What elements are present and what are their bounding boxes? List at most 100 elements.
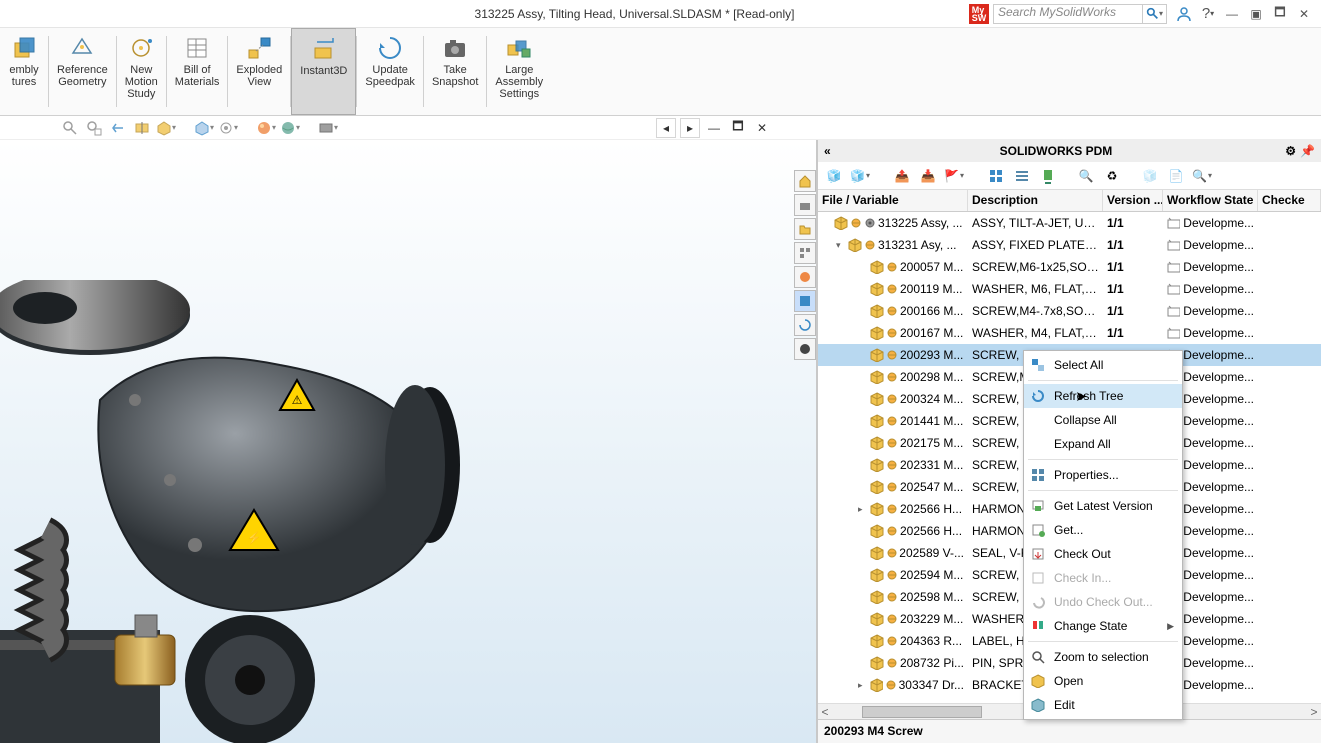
min-viewport-icon[interactable]: — [704, 118, 724, 138]
tab-refresh-icon[interactable] [794, 314, 816, 336]
table-row[interactable]: 200119 M... WASHER, M6, FLAT, SS 1/1 Dev… [818, 278, 1321, 300]
label: Geometry [58, 76, 106, 88]
col-ver[interactable]: Version ... [1103, 190, 1163, 211]
model-viewport[interactable]: ⚠ ⚡ [0, 140, 816, 743]
scene-icon[interactable] [280, 118, 300, 138]
rib-new-motion-study[interactable]: New Motion Study [117, 28, 166, 115]
search-pdm-icon[interactable]: 🔍 [1076, 166, 1096, 186]
menu-item-get-latest-version[interactable]: Get Latest Version [1024, 494, 1182, 518]
label: Motion [125, 76, 158, 88]
label: embly [9, 64, 38, 76]
pdm-toolbar: 🧊 🧊 📤 📥 🚩 🔍 ♻ 🧊 📄 🔍 [818, 162, 1321, 190]
assembly-icon[interactable]: 🧊 [1140, 166, 1160, 186]
flags-icon[interactable]: 🚩 [944, 166, 964, 186]
reference-geometry-icon [68, 34, 96, 62]
view-orientation-icon[interactable] [156, 118, 176, 138]
col-wf[interactable]: Workflow State [1163, 190, 1258, 211]
filter-icon[interactable]: 🧊 [850, 166, 870, 186]
rib-reference-geometry[interactable]: Reference Geometry [49, 28, 116, 115]
get-icon [1030, 522, 1046, 538]
rib-take-snapshot[interactable]: Take Snapshot [424, 28, 486, 115]
speedpak-icon [376, 34, 404, 62]
pdm-title: SOLIDWORKS PDM [831, 144, 1282, 158]
doc-icon[interactable]: 📄 [1166, 166, 1186, 186]
prev-tab-icon[interactable]: ◂ [656, 118, 676, 138]
max-viewport-icon[interactable]: 🗖 [728, 118, 748, 138]
col-file[interactable]: File / Variable [818, 190, 968, 211]
refresh-pdm-icon[interactable]: ♻ [1102, 166, 1122, 186]
hide-show-icon[interactable] [218, 118, 238, 138]
list-icon[interactable] [1012, 166, 1032, 186]
menu-item-properties-[interactable]: Properties... [1024, 463, 1182, 487]
tree-display-icon[interactable]: 🧊 [824, 166, 844, 186]
tab-view-palette-icon[interactable] [794, 242, 816, 264]
table-row[interactable]: 200167 M... WASHER, M4, FLAT, SS 1/1 Dev… [818, 322, 1321, 344]
label: Settings [499, 88, 539, 100]
minimize-icon[interactable]: — [1221, 4, 1243, 24]
large-assembly-icon [505, 34, 533, 62]
tab-home-icon[interactable] [794, 170, 816, 192]
snapshot-icon [441, 34, 469, 62]
rib-update-speedpak[interactable]: Update Speedpak [357, 28, 423, 115]
menu-item-edit[interactable]: Edit [1024, 693, 1182, 717]
tab-forum-icon[interactable] [794, 338, 816, 360]
section-view-icon[interactable] [132, 118, 152, 138]
menu-item-zoom-to-selection[interactable]: Zoom to selection [1024, 645, 1182, 669]
search-button[interactable]: ▾ [1143, 4, 1167, 24]
user-icon[interactable] [1173, 4, 1195, 24]
menu-item-select-all[interactable]: Select All [1024, 353, 1182, 377]
gear-icon[interactable]: ⚙ [1285, 144, 1296, 158]
prev-view-icon[interactable] [108, 118, 128, 138]
menu-item-expand-all[interactable]: Expand All [1024, 432, 1182, 456]
search-input[interactable]: Search MySolidWorks [993, 4, 1143, 24]
card-icon[interactable] [986, 166, 1006, 186]
bom-icon [183, 34, 211, 62]
menu-item-check-out[interactable]: Check Out [1024, 542, 1182, 566]
menu-item-refresh-tree[interactable]: Refresh Tree [1024, 384, 1182, 408]
label: Study [127, 88, 155, 100]
table-row[interactable]: ▾ 313231 Asy, ... ASSY, FIXED PLATE, TI.… [818, 234, 1321, 256]
pdm-statusbar: 200293 M4 Screw [818, 719, 1321, 743]
pdm-title-bar: « SOLIDWORKS PDM ⚙ 📌 [818, 140, 1321, 162]
close-icon[interactable]: ✕ [1293, 4, 1315, 24]
collapse-panel-icon[interactable]: « [824, 144, 831, 158]
tab-folder-icon[interactable] [794, 218, 816, 240]
rib-exploded-view[interactable]: Exploded View [228, 28, 290, 115]
appearance-icon[interactable] [256, 118, 276, 138]
zoom-to-fit-icon[interactable] [60, 118, 80, 138]
restore-down-icon[interactable]: ▣ [1245, 4, 1267, 24]
menu-item-collapse-all[interactable]: Collapse All [1024, 408, 1182, 432]
close-viewport-icon[interactable]: ✕ [752, 118, 772, 138]
pin-icon[interactable]: 📌 [1300, 144, 1315, 158]
find-pdm-icon[interactable]: 🔍 [1192, 166, 1212, 186]
checkin-icon [1030, 570, 1046, 586]
rib-large-assembly-settings[interactable]: Large Assembly Settings [487, 28, 551, 115]
tab-toolbox-icon[interactable] [794, 194, 816, 216]
menu-item-change-state[interactable]: Change State▶ [1024, 614, 1182, 638]
display-style-icon[interactable] [194, 118, 214, 138]
rib-instant3d[interactable]: Instant3D [291, 28, 356, 115]
mysolidworks-badge: MySW [969, 4, 989, 24]
help-icon[interactable]: ?▾ [1197, 4, 1219, 24]
assembly-features-icon [10, 34, 38, 62]
window-title: 313225 Assy, Tilting Head, Universal.SLD… [0, 7, 969, 21]
col-chk[interactable]: Checke [1258, 190, 1321, 211]
rib-assembly-features[interactable]: embly tures [0, 28, 48, 115]
menu-item-get-[interactable]: Get... [1024, 518, 1182, 542]
rib-bom[interactable]: Bill of Materials [167, 28, 228, 115]
maximize-icon[interactable]: 🗖 [1269, 4, 1291, 24]
table-row[interactable]: 200057 M... SCREW,M6-1x25,SOC ... 1/1 De… [818, 256, 1321, 278]
col-desc[interactable]: Description [968, 190, 1103, 211]
tab-props-icon[interactable] [794, 290, 816, 312]
render-icon[interactable] [318, 118, 338, 138]
tab-appearance-icon[interactable] [794, 266, 816, 288]
getlatest-icon[interactable] [1038, 166, 1058, 186]
checkin-icon[interactable]: 📥 [918, 166, 938, 186]
next-tab-icon[interactable]: ▸ [680, 118, 700, 138]
checkout-icon[interactable]: 📤 [892, 166, 912, 186]
menu-item-open[interactable]: Open [1024, 669, 1182, 693]
undo-icon [1030, 594, 1046, 610]
table-row[interactable]: 200166 M... SCREW,M4-.7x8,SOC H... 1/1 D… [818, 300, 1321, 322]
table-row[interactable]: 313225 Assy, ... ASSY, TILT-A-JET, UNI..… [818, 212, 1321, 234]
zoom-area-icon[interactable] [84, 118, 104, 138]
